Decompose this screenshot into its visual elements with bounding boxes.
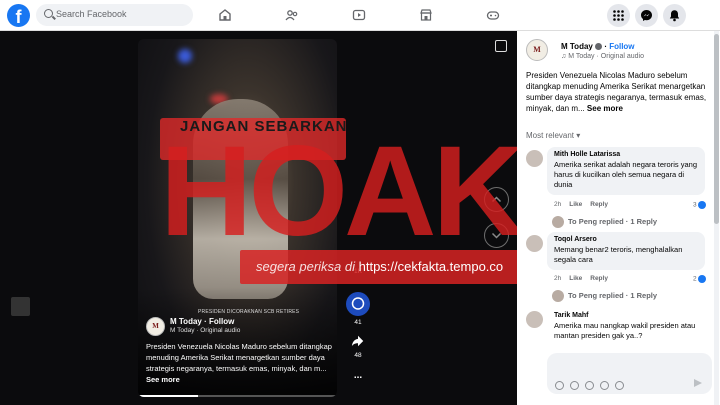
marketplace-icon[interactable]: [419, 8, 433, 22]
like-reaction-icon: [697, 275, 706, 283]
post-avatar-initials: M: [526, 39, 548, 61]
comment-count: 41: [354, 319, 362, 326]
like-reaction-icon: [697, 201, 706, 209]
scrollbar-thumb[interactable]: [714, 34, 719, 224]
search-placeholder[interactable]: Search Facebook: [56, 9, 127, 19]
video-progress-bar[interactable]: [138, 395, 337, 397]
post-author-label[interactable]: M Today: [561, 42, 593, 51]
reel-caption-text: Presiden Venezuela Nicolas Maduro sebelu…: [146, 342, 332, 373]
hoax-note-prefix: segera periksa di: [256, 259, 355, 274]
comment-like-button[interactable]: Like: [569, 201, 582, 208]
post-caption: Presiden Venezuela Nicolas Maduro sebelu…: [526, 70, 712, 114]
commenter-name[interactable]: Mith Holle Latarissa: [554, 151, 698, 158]
comment-bubble: Toqol Arsero Memang benar2 teroris, meng…: [547, 232, 705, 270]
comment-time[interactable]: 2h: [554, 201, 561, 208]
camera-icon[interactable]: [585, 381, 594, 390]
commenter-name[interactable]: Toqol Arsero: [554, 236, 698, 243]
comment-sort-label[interactable]: Most relevant: [526, 131, 574, 140]
gif-icon[interactable]: [600, 381, 609, 390]
reaction-count: 3: [693, 201, 697, 209]
comment-control[interactable]: 41: [346, 292, 370, 326]
replies-text[interactable]: To Peng replied · 1 Reply: [568, 217, 657, 226]
search-box[interactable]: Search Facebook: [36, 4, 193, 26]
view-replies-link[interactable]: To Peng replied · 1 Reply: [552, 290, 657, 302]
post-detail-pane: M M Today · Follow ♫ M Today · Original …: [517, 31, 720, 405]
sticker-icon[interactable]: [615, 381, 624, 390]
post-author-avatar[interactable]: M: [526, 39, 548, 61]
avatar-sticker-icon[interactable]: [555, 381, 564, 390]
post-author-small[interactable]: M Today: [568, 53, 594, 60]
more-options-button[interactable]: ...: [346, 370, 370, 381]
notifications-icon[interactable]: [663, 4, 686, 27]
comment-reactions[interactable]: 3: [693, 201, 706, 209]
reel-author-label[interactable]: M Today: [170, 317, 202, 326]
replier-avatar: [552, 290, 564, 302]
post-audio-label[interactable]: Original audio: [601, 53, 644, 60]
hoax-note: segera periksa di https://cekfakta.tempo…: [256, 259, 503, 274]
reel-author-name[interactable]: M Today · Follow: [170, 317, 234, 326]
comment-input[interactable]: [547, 353, 712, 394]
view-replies-link[interactable]: To Peng replied · 1 Reply: [552, 216, 657, 228]
replier-avatar: [552, 216, 564, 228]
comment-input-tools: [555, 377, 630, 395]
share-count: 48: [354, 352, 362, 359]
comment-bubble: Mith Holle Latarissa Amerika serikat ada…: [547, 147, 705, 195]
post-follow-link[interactable]: Follow: [609, 42, 634, 51]
video-icon[interactable]: [352, 8, 366, 22]
comment-text: Memang benar2 teroris, menghalalkan sega…: [554, 245, 683, 264]
post-audio[interactable]: ♫ M Today · Original audio: [561, 53, 644, 60]
comment-sort-dropdown[interactable]: Most relevant ▾: [526, 131, 580, 140]
replies-text[interactable]: To Peng replied · 1 Reply: [568, 291, 657, 300]
comment-text: Amerika mau nangkap wakil presiden atau …: [554, 321, 696, 340]
previous-panel-thumbnail[interactable]: [11, 297, 30, 316]
emoji-icon[interactable]: [570, 381, 579, 390]
messenger-icon[interactable]: [635, 4, 658, 27]
video-progress-fill: [138, 395, 198, 397]
home-icon[interactable]: [218, 8, 232, 22]
hoax-note-url: https://cekfakta.tempo.co: [358, 259, 504, 274]
comment-text: Amerika serikat adalah negara teroris ya…: [554, 160, 697, 189]
reel-author: M M Today · Follow M Today · Original au…: [146, 317, 240, 336]
commenter-avatar[interactable]: [526, 235, 543, 252]
comment-time[interactable]: 2h: [554, 275, 561, 282]
reel-follow-link[interactable]: Follow: [209, 317, 234, 326]
reel-audio[interactable]: M Today · Original audio: [170, 327, 240, 334]
reel-see-more-link[interactable]: See more: [146, 375, 180, 384]
commenter-avatar[interactable]: [526, 150, 543, 167]
video-watermark: PRESIDEN DICORAKNAN SCB RETIRES: [198, 309, 300, 315]
comment-icon[interactable]: [346, 292, 370, 316]
verified-icon: [595, 43, 603, 51]
post-author-name[interactable]: M Today · Follow: [561, 42, 635, 51]
facebook-logo[interactable]: f: [7, 4, 30, 27]
comment-bubble: Tarik Mahf Amerika mau nangkap wakil pre…: [547, 308, 705, 346]
commenter-avatar[interactable]: [526, 311, 543, 328]
pane-scrollbar[interactable]: [714, 31, 719, 405]
share-icon[interactable]: [346, 334, 370, 348]
comment-reply-button[interactable]: Reply: [590, 201, 608, 208]
search-icon: [44, 9, 53, 18]
comment-reactions[interactable]: 2: [693, 275, 706, 283]
top-navigation-bar: f Search Facebook: [0, 0, 720, 31]
reel-author-avatar[interactable]: M: [146, 317, 165, 336]
gaming-icon[interactable]: [486, 8, 500, 22]
music-note-icon: ♫: [561, 53, 567, 60]
commenter-name[interactable]: Tarik Mahf: [554, 312, 698, 319]
background-light-blue: [178, 49, 192, 63]
comment-like-button[interactable]: Like: [569, 275, 582, 282]
reaction-count: 2: [693, 275, 697, 283]
comment-reply-button[interactable]: Reply: [590, 275, 608, 282]
post-see-more-link[interactable]: See more: [587, 104, 623, 113]
send-icon[interactable]: [694, 379, 702, 387]
share-control[interactable]: 48: [346, 334, 370, 359]
friends-icon[interactable]: [285, 8, 299, 22]
reel-caption: Presiden Venezuela Nicolas Maduro sebelu…: [146, 341, 334, 385]
menu-grid-icon[interactable]: [607, 4, 630, 27]
chevron-down-icon: ▾: [576, 131, 581, 140]
comment-actions: 2h Like Reply: [554, 201, 616, 208]
expand-icon[interactable]: [495, 40, 507, 52]
comment-actions: 2h Like Reply: [554, 275, 616, 282]
